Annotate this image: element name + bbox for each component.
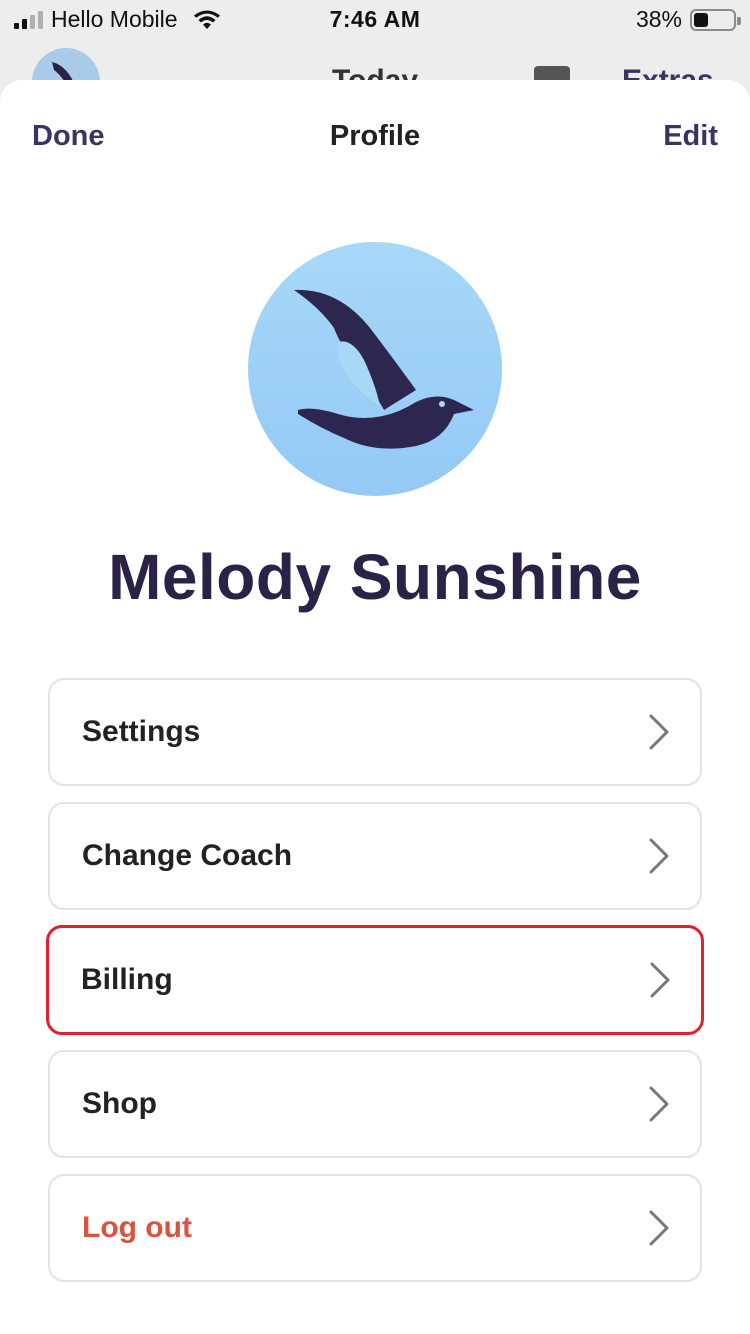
status-bar: Hello Mobile 7:46 AM 38% (0, 0, 750, 40)
menu-item-billing[interactable]: Billing (46, 925, 704, 1035)
edit-button[interactable]: Edit (663, 120, 718, 153)
battery-icon (690, 8, 741, 31)
chevron-right-icon (649, 838, 669, 874)
battery-level-fill (694, 12, 709, 27)
menu-item-label: Shop (82, 1087, 157, 1120)
chevron-right-icon (649, 1210, 669, 1246)
sheet-title: Profile (329, 120, 421, 152)
chevron-right-icon (649, 714, 669, 750)
profile-name: Melody Sunshine (108, 541, 642, 613)
menu-item-label: Change Coach (82, 839, 293, 872)
chevron-right-icon (650, 962, 670, 998)
menu-item-shop[interactable]: Shop (48, 1050, 702, 1158)
menu-item-label: Billing (81, 963, 173, 996)
profile-sheet: Done Profile Edit Melody Sunshine Settin… (0, 80, 750, 1334)
menu-item-label: Log out (82, 1211, 192, 1244)
status-right: 38% (635, 6, 741, 33)
avatar (248, 242, 502, 496)
menu-item-change-coach[interactable]: Change Coach (48, 802, 702, 910)
menu-item-log-out[interactable]: Log out (48, 1174, 702, 1282)
battery-percent: 38% (635, 6, 682, 32)
menu-item-settings[interactable]: Settings (48, 678, 702, 786)
menu-item-label: Settings (82, 715, 201, 748)
bird-logo-icon (294, 289, 474, 449)
chevron-right-icon (649, 1086, 669, 1122)
